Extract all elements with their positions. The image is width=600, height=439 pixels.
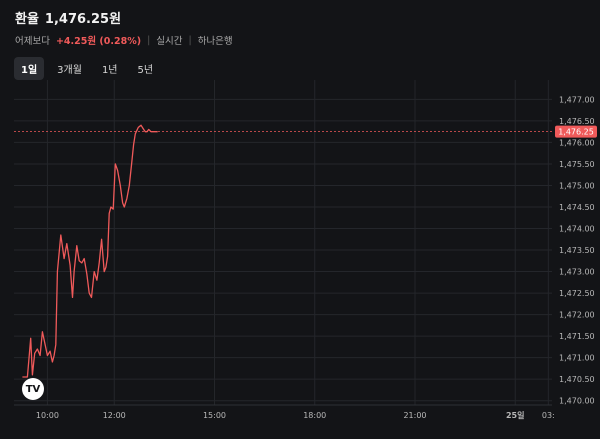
x-tick-label: 21:00 xyxy=(403,411,426,420)
y-tick-label: 1,472.00 xyxy=(559,311,595,320)
y-tick-label: 1,472.50 xyxy=(559,289,595,298)
x-tick-label: 12:00 xyxy=(103,411,126,420)
x-tick-label: 03: xyxy=(542,411,555,420)
y-tick-label: 1,471.00 xyxy=(559,354,595,363)
x-tick-label: 25일 xyxy=(506,410,525,420)
y-tick-label: 1,470.00 xyxy=(559,397,595,406)
tradingview-logo[interactable]: TV xyxy=(22,378,44,400)
y-tick-label: 1,477.00 xyxy=(559,95,595,104)
y-tick-label: 1,471.50 xyxy=(559,332,595,341)
y-tick-label: 1,475.50 xyxy=(559,160,595,169)
last-price-label: 1,476.25 xyxy=(558,128,594,137)
y-tick-label: 1,473.00 xyxy=(559,268,595,277)
y-tick-label: 1,474.00 xyxy=(559,225,595,234)
x-tick-label: 18:00 xyxy=(303,411,326,420)
y-tick-label: 1,475.00 xyxy=(559,181,595,190)
y-tick-label: 1,476.00 xyxy=(559,138,595,147)
y-tick-label: 1,470.50 xyxy=(559,375,595,384)
price-chart[interactable]: 1,470.00 1,470.50 1,471.00 1,471.50 1,472.00… xyxy=(0,0,600,439)
x-tick-label: 10:00 xyxy=(36,411,59,420)
price-series-line xyxy=(22,124,158,378)
x-tick-label: 15:00 xyxy=(203,411,226,420)
y-tick-label: 1,474.50 xyxy=(559,203,595,212)
y-tick-label: 1,473.50 xyxy=(559,246,595,255)
y-tick-label: 1,476.50 xyxy=(559,117,595,126)
